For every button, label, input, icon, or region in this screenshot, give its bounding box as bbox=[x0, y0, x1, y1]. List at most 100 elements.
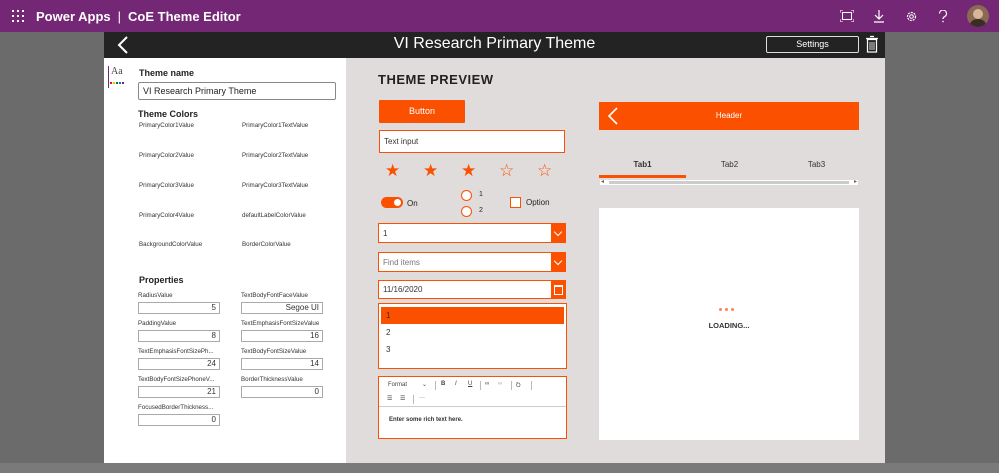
checkbox[interactable] bbox=[510, 197, 521, 208]
color-field-label[interactable]: PrimaryColor4Value bbox=[139, 212, 194, 219]
back-arrow-icon[interactable] bbox=[606, 107, 620, 125]
divider bbox=[480, 381, 481, 390]
clear-format-icon[interactable]: Ꝺ bbox=[516, 381, 521, 389]
star-empty-icon[interactable]: ☆ bbox=[499, 162, 514, 180]
theme-colors-label: Theme Colors bbox=[138, 109, 199, 119]
numbered-list-icon[interactable]: ☰ bbox=[400, 395, 405, 402]
format-dropdown[interactable]: Format bbox=[388, 382, 407, 388]
dropdown-value: 1 bbox=[383, 229, 388, 238]
preview-text-input[interactable]: Text input bbox=[379, 130, 565, 153]
property-label: TextBodyFontSizePhoneV... bbox=[138, 376, 215, 383]
color-field-label[interactable]: PrimaryColor2Value bbox=[139, 152, 194, 159]
checkbox-label: Option bbox=[526, 198, 550, 207]
tab-1[interactable]: Tab1 bbox=[599, 160, 686, 169]
list-item[interactable]: 3 bbox=[381, 341, 564, 358]
avatar[interactable] bbox=[967, 5, 989, 27]
loading-label: LOADING... bbox=[708, 321, 750, 330]
download-icon[interactable] bbox=[863, 0, 895, 32]
link-icon[interactable]: ∞ bbox=[485, 381, 489, 387]
color-field-label[interactable]: PrimaryColor3TextValue bbox=[242, 182, 308, 189]
tab-3[interactable]: Tab3 bbox=[773, 160, 860, 169]
star-filled-icon[interactable]: ★ bbox=[461, 162, 476, 180]
theme-name-input[interactable]: VI Research Primary Theme bbox=[138, 82, 336, 100]
preview-header-bar: Header bbox=[599, 102, 859, 130]
combobox[interactable]: Find items bbox=[378, 252, 566, 272]
date-picker[interactable]: 11/16/2020 bbox=[378, 280, 566, 299]
help-icon[interactable] bbox=[927, 0, 959, 32]
bulleted-list-icon[interactable]: ☰ bbox=[387, 395, 392, 402]
color-field-label[interactable]: PrimaryColor2TextValue bbox=[242, 152, 308, 159]
chevron-down-icon[interactable]: ⌄ bbox=[422, 381, 427, 388]
bold-button[interactable]: B bbox=[441, 381, 445, 387]
left-icon-strip: Aa bbox=[104, 58, 129, 463]
header-label: Header bbox=[715, 111, 743, 120]
border-thickness-input[interactable]: 0 bbox=[241, 386, 323, 398]
fit-screen-icon[interactable] bbox=[831, 0, 863, 32]
star-empty-icon[interactable]: ☆ bbox=[537, 162, 552, 180]
scroll-left-icon[interactable]: ◂ bbox=[601, 178, 604, 185]
scroll-thumb[interactable] bbox=[609, 181, 849, 184]
property-label: RadiusValue bbox=[138, 292, 173, 299]
more-options-icon[interactable]: ··· bbox=[419, 395, 425, 401]
app-header: VI Research Primary Theme Settings bbox=[104, 32, 885, 58]
list-item[interactable]: 2 bbox=[381, 324, 564, 341]
focused-border-input[interactable]: 0 bbox=[138, 414, 220, 426]
app-launcher-icon[interactable] bbox=[0, 0, 36, 32]
bottom-scroll-strip[interactable] bbox=[0, 463, 999, 473]
unlink-icon[interactable]: ∞ bbox=[498, 381, 502, 387]
divider bbox=[413, 395, 414, 404]
color-dots-icon bbox=[110, 82, 124, 84]
loading-spinner-icon bbox=[719, 308, 734, 311]
property-label: TextBodyFontFaceValue bbox=[241, 292, 308, 299]
padding-input[interactable]: 8 bbox=[138, 330, 220, 342]
top-bar: Power Apps | CoE Theme Editor bbox=[0, 0, 999, 32]
top-icons bbox=[831, 0, 999, 32]
property-label: TextEmphasisFontSizePh... bbox=[138, 348, 214, 355]
radio-option-1[interactable] bbox=[461, 190, 472, 201]
radius-input[interactable]: 5 bbox=[138, 302, 220, 314]
color-field-label[interactable]: defaultLabelColorValue bbox=[242, 212, 306, 219]
star-filled-icon[interactable]: ★ bbox=[423, 162, 438, 180]
scroll-right-icon[interactable]: ▸ bbox=[854, 178, 857, 185]
font-theme-icon[interactable]: Aa bbox=[108, 66, 126, 88]
tab-2[interactable]: Tab2 bbox=[686, 160, 773, 169]
combobox-placeholder: Find items bbox=[383, 258, 420, 267]
color-field-label[interactable]: BackgroundColorValue bbox=[139, 241, 202, 248]
settings-button[interactable]: Settings bbox=[766, 36, 859, 53]
italic-button[interactable]: I bbox=[455, 381, 457, 387]
color-field-label[interactable]: PrimaryColor3Value bbox=[139, 182, 194, 189]
emphasis-phone-size-input[interactable]: 24 bbox=[138, 358, 220, 370]
radio-option-2[interactable] bbox=[461, 206, 472, 217]
chevron-down-icon[interactable] bbox=[551, 253, 565, 271]
color-field-label[interactable]: BorderColorValue bbox=[242, 241, 291, 248]
calendar-icon[interactable] bbox=[551, 281, 565, 298]
chevron-down-icon[interactable] bbox=[551, 224, 565, 242]
gear-icon[interactable] bbox=[895, 0, 927, 32]
trash-icon[interactable] bbox=[866, 35, 878, 53]
rating[interactable]: ★ ★ ★ ☆ ☆ bbox=[385, 162, 552, 180]
preview-title: THEME PREVIEW bbox=[378, 72, 494, 87]
property-label: BorderThicknessValue bbox=[241, 376, 303, 383]
horizontal-scrollbar[interactable]: ◂ ▸ bbox=[599, 179, 859, 186]
radio-label: 1 bbox=[479, 191, 483, 198]
list-item[interactable]: 1 bbox=[381, 307, 564, 324]
emphasis-font-size-input[interactable]: 16 bbox=[241, 330, 323, 342]
underline-button[interactable]: U bbox=[468, 381, 472, 387]
toggle-switch[interactable] bbox=[381, 197, 403, 208]
rte-content[interactable]: Enter some rich text here. bbox=[389, 417, 463, 423]
body-font-size-input[interactable]: 14 bbox=[241, 358, 323, 370]
body-phone-size-input[interactable]: 21 bbox=[138, 386, 220, 398]
rich-text-editor[interactable]: Format ⌄ B I U ∞ ∞ Ꝺ ☰ ☰ ··· Enter some … bbox=[378, 376, 567, 439]
divider bbox=[435, 381, 436, 390]
list-box[interactable]: 1 2 3 bbox=[378, 303, 567, 369]
brand: Power Apps | CoE Theme Editor bbox=[36, 9, 241, 24]
property-label: TextEmphasisFontSizeValue bbox=[241, 320, 320, 327]
star-filled-icon[interactable]: ★ bbox=[385, 162, 400, 180]
color-field-label[interactable]: PrimaryColor1TextValue bbox=[242, 122, 308, 129]
product-name[interactable]: Power Apps bbox=[36, 9, 111, 24]
font-face-input[interactable]: Segoe UI bbox=[241, 302, 323, 314]
color-field-label[interactable]: PrimaryColor1Value bbox=[139, 122, 194, 129]
preview-button[interactable]: Button bbox=[379, 100, 465, 123]
dropdown[interactable]: 1 bbox=[378, 223, 566, 243]
theme-settings-panel: Theme name VI Research Primary Theme The… bbox=[129, 58, 346, 463]
